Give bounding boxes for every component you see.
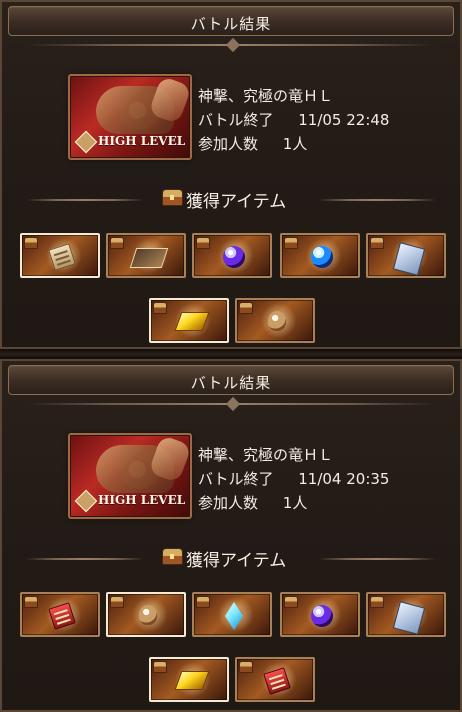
treasure-chest-icon bbox=[284, 237, 298, 249]
card-item[interactable] bbox=[366, 592, 446, 637]
participants-value: 1人 bbox=[282, 494, 308, 512]
orb-item[interactable] bbox=[280, 592, 360, 637]
quest-name: 神撃、究極の竜ＨＬ bbox=[198, 87, 334, 105]
title-bar: バトル結果 bbox=[8, 365, 454, 395]
treasure-chest-icon bbox=[239, 661, 253, 673]
pouch-item[interactable] bbox=[235, 298, 315, 343]
loot-heading: 獲得アイテム bbox=[2, 186, 460, 214]
treasure-chest-icon bbox=[162, 548, 183, 565]
participants-label: 参加人数 bbox=[198, 135, 259, 153]
ornament-line-right bbox=[318, 558, 436, 560]
treasure-chest-icon bbox=[162, 189, 183, 206]
ornament-line-right bbox=[318, 199, 436, 201]
difficulty-icon bbox=[74, 489, 98, 513]
participants-value: 1人 bbox=[282, 135, 308, 153]
gold-bar-item[interactable] bbox=[149, 657, 229, 702]
difficulty-icon bbox=[74, 130, 98, 154]
red-document-icon bbox=[263, 667, 291, 695]
loot-heading: 獲得アイテム bbox=[2, 545, 460, 573]
crystal-item[interactable] bbox=[192, 592, 272, 637]
battle-end-label: バトル終了 bbox=[198, 470, 274, 488]
quest-banner: HIGH LEVEL bbox=[68, 74, 192, 160]
treasure-chest-icon bbox=[284, 596, 298, 608]
battle-end-value: 11/05 22:48 bbox=[298, 111, 390, 129]
purple-orb-icon bbox=[223, 246, 245, 268]
crystal-icon bbox=[225, 602, 243, 630]
treasure-chest-icon bbox=[239, 302, 253, 314]
battle-end-row: バトル終了 11/05 22:48 bbox=[198, 108, 389, 132]
difficulty-label: HIGH LEVEL bbox=[98, 134, 186, 148]
document-item[interactable] bbox=[20, 233, 100, 278]
treasure-chest-icon bbox=[370, 237, 384, 249]
gold-bar-icon bbox=[174, 312, 210, 331]
participants-row: 参加人数 1人 bbox=[198, 132, 389, 156]
ornament-diamond-icon bbox=[225, 396, 241, 412]
treasure-chest-icon bbox=[370, 596, 384, 608]
gold-bar-item[interactable] bbox=[149, 298, 229, 343]
red-document-icon bbox=[48, 602, 76, 630]
treasure-chest-icon bbox=[24, 237, 38, 249]
treasure-chest-icon bbox=[153, 661, 167, 673]
page-title: バトル結果 bbox=[190, 374, 272, 392]
treasure-chest-icon bbox=[110, 237, 124, 249]
card-item[interactable] bbox=[366, 233, 446, 278]
document-icon bbox=[129, 248, 169, 268]
ornament-line-left bbox=[26, 558, 144, 560]
pouch-item[interactable] bbox=[106, 592, 186, 637]
quest-info: 神撃、究極の竜ＨＬ バトル終了 11/05 22:48 参加人数 1人 bbox=[198, 84, 389, 156]
red-document-item[interactable] bbox=[235, 657, 315, 702]
loot-title: 獲得アイテム bbox=[186, 551, 287, 571]
orb-icon bbox=[311, 605, 333, 627]
blue-orb-icon bbox=[311, 246, 333, 268]
purple-orb-item[interactable] bbox=[192, 233, 272, 278]
loot-title: 獲得アイテム bbox=[186, 192, 287, 212]
title-bar: バトル結果 bbox=[8, 6, 454, 36]
document-icon bbox=[48, 243, 76, 271]
treasure-chest-icon bbox=[153, 302, 167, 314]
participants-label: 参加人数 bbox=[198, 494, 259, 512]
red-document-item[interactable] bbox=[20, 592, 100, 637]
quest-info: 神撃、究極の竜ＨＬ バトル終了 11/04 20:35 参加人数 1人 bbox=[198, 443, 389, 515]
gold-bar-icon bbox=[174, 671, 210, 690]
battle-result-panel: バトル結果 HIGH LEVEL 神撃、究極の竜ＨＬ バトル終了 11/04 2… bbox=[0, 359, 462, 712]
page-title: バトル結果 bbox=[190, 15, 272, 33]
panel-divider bbox=[0, 349, 462, 359]
pouch-icon bbox=[139, 605, 157, 625]
treasure-chest-icon bbox=[110, 596, 124, 608]
battle-result-panel: バトル結果 HIGH LEVEL 神撃、究極の竜ＨＬ バトル終了 11/05 2… bbox=[0, 0, 462, 349]
pouch-icon bbox=[268, 311, 286, 331]
card-icon bbox=[392, 601, 426, 635]
battle-end-label: バトル終了 bbox=[198, 111, 274, 129]
blue-orb-item[interactable] bbox=[280, 233, 360, 278]
document-item[interactable] bbox=[106, 233, 186, 278]
card-icon bbox=[392, 242, 426, 276]
ornament-diamond-icon bbox=[225, 37, 241, 53]
participants-row: 参加人数 1人 bbox=[198, 491, 389, 515]
battle-end-row: バトル終了 11/04 20:35 bbox=[198, 467, 389, 491]
treasure-chest-icon bbox=[24, 596, 38, 608]
quest-banner: HIGH LEVEL bbox=[68, 433, 192, 519]
difficulty-label: HIGH LEVEL bbox=[98, 493, 186, 507]
treasure-chest-icon bbox=[196, 237, 210, 249]
battle-end-value: 11/04 20:35 bbox=[298, 470, 390, 488]
treasure-chest-icon bbox=[196, 596, 210, 608]
quest-name: 神撃、究極の竜ＨＬ bbox=[198, 446, 334, 464]
ornament-line-left bbox=[26, 199, 144, 201]
